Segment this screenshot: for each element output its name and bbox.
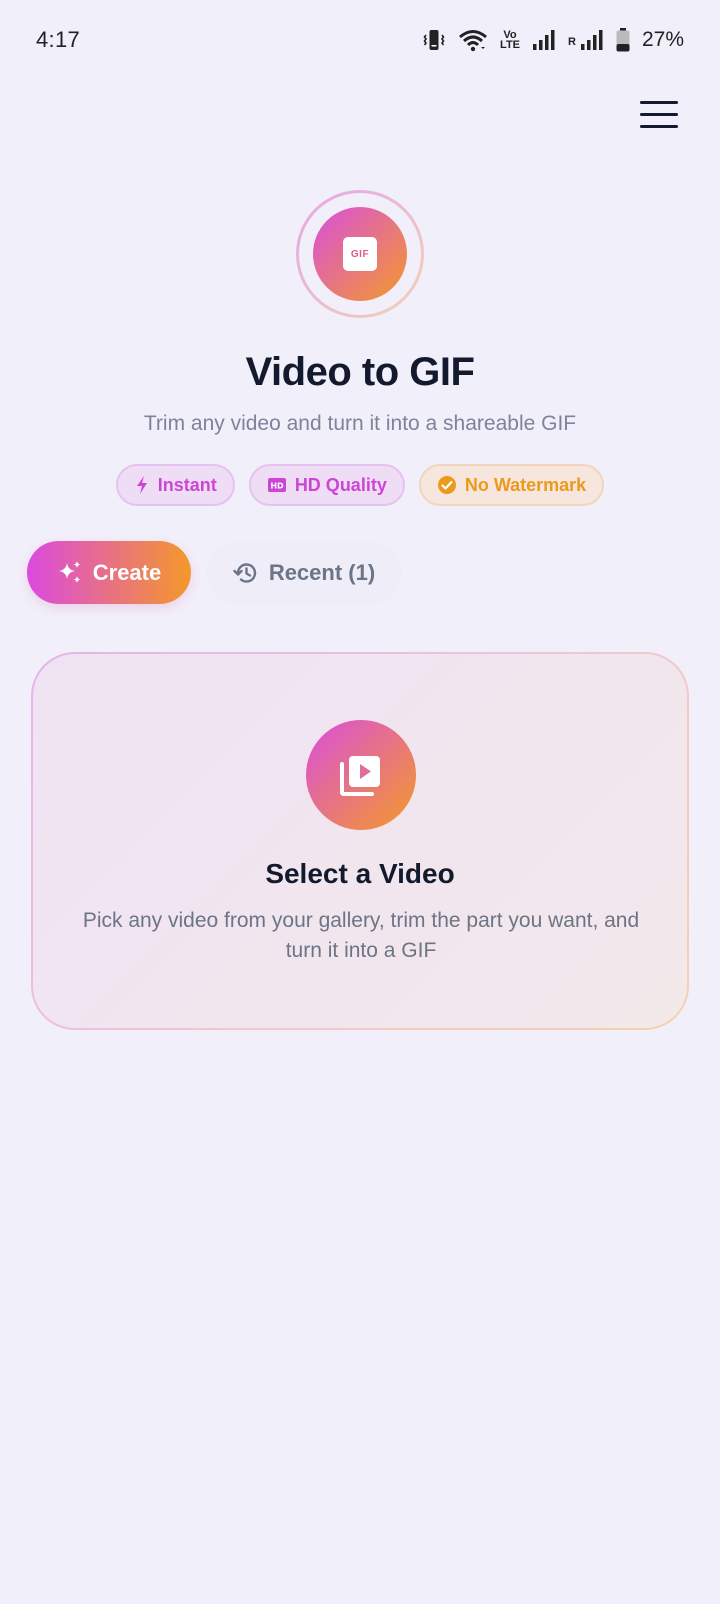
signal-icon-sim2	[580, 30, 603, 50]
select-video-card[interactable]: Select a Video Pick any video from your …	[31, 652, 689, 1030]
video-library-icon	[306, 720, 416, 830]
tab-create-label: Create	[92, 559, 162, 585]
feature-pill-hd-quality: HD HD Quality	[248, 464, 405, 506]
card-title: Select a Video	[265, 858, 455, 889]
gif-logo-icon: GIF	[343, 237, 377, 271]
signal-icon-sim1	[533, 30, 555, 50]
status-time: 4:17	[36, 27, 81, 52]
hamburger-menu-icon[interactable]	[640, 92, 684, 136]
feature-pill-no-watermark: No Watermark	[418, 464, 605, 506]
check-circle-icon	[437, 476, 456, 494]
battery-level: 27%	[641, 28, 684, 51]
battery-icon	[616, 28, 630, 52]
app-screen: 4:17 Vo LTE R 27% GIF Video to GIF Trim …	[0, 0, 720, 1604]
feature-pill-instant: Instant	[115, 464, 235, 506]
tab-recent-label: Recent (1)	[268, 559, 376, 585]
vibrate-icon	[423, 30, 445, 50]
page-subtitle: Trim any video and turn it into a sharea…	[143, 412, 577, 435]
wifi-icon	[459, 30, 488, 52]
feature-pills: Instant HD HD Quality No Watermark	[0, 464, 720, 506]
hd-icon: HD	[267, 478, 286, 492]
app-logo: GIF	[296, 190, 424, 318]
page-title: Video to GIF	[245, 350, 475, 394]
tab-create[interactable]: Create	[27, 541, 191, 604]
volte-indicator: Vo LTE	[500, 29, 521, 51]
card-description: Pick any video from your gallery, trim t…	[82, 909, 640, 962]
status-icons: Vo LTE R 27%	[422, 28, 684, 52]
history-icon	[233, 562, 257, 583]
svg-text:HD: HD	[270, 482, 284, 491]
status-bar: 4:17 Vo LTE R 27%	[0, 0, 720, 80]
roaming-indicator: R	[568, 36, 576, 48]
bolt-icon	[136, 476, 147, 494]
tab-recent[interactable]: Recent (1)	[206, 541, 402, 604]
sparkles-icon	[58, 560, 81, 583]
